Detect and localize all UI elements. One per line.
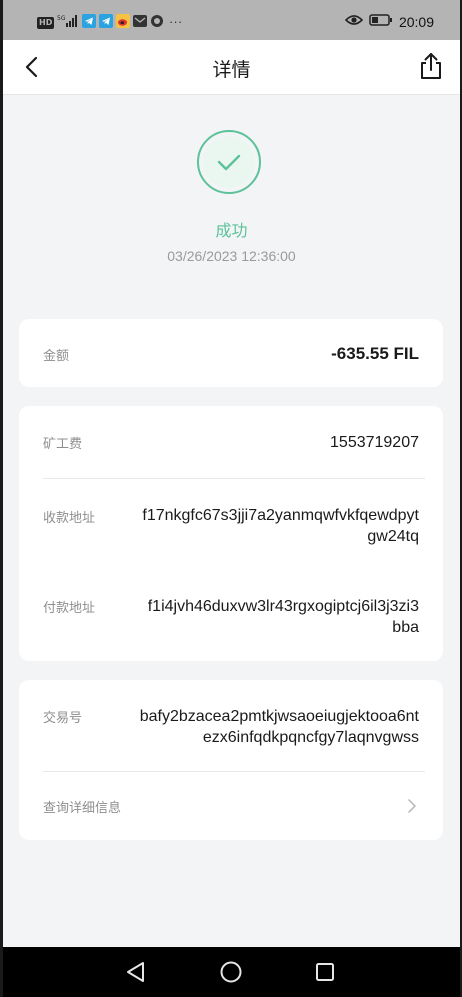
amount-row: 金额 -635.55 FIL: [43, 319, 419, 387]
status-label: 成功: [215, 221, 248, 240]
check-circle-icon: [197, 130, 261, 194]
mail-icon: [133, 13, 148, 32]
more-notifications-icon: ···: [169, 16, 183, 29]
page-title: 详情: [212, 59, 251, 81]
status-timestamp: 03/26/2023 12:36:00: [167, 248, 296, 264]
hd-badge: HD: [37, 16, 55, 29]
back-triangle-icon: [127, 962, 144, 982]
recipient-row: 收款地址 f17nkgfc67s3jji7a2yanmqwfvkfqewdpyt…: [43, 478, 419, 568]
system-nav-bar: [3, 947, 460, 997]
recipient-address: f17nkgfc67s3jji7a2yanmqwfvkfqewdpytgw24t…: [142, 507, 419, 545]
telegram-icon: [99, 13, 114, 32]
weibo-icon: [116, 13, 131, 32]
status-bar: HD 5G ··· 20:09: [3, 0, 460, 40]
eye-icon: [344, 12, 364, 31]
recents-square-icon: [316, 963, 334, 981]
status-bar-left: HD 5G ···: [37, 13, 183, 32]
sender-address: f1i4jvh46duxvw3lr43rgxogiptcj6il3j3zi3bb…: [147, 598, 419, 636]
clock-time: 20:09: [398, 13, 434, 30]
net-badge: 5G: [57, 15, 66, 22]
system-back-button[interactable]: [124, 960, 148, 984]
telegram-icon: [82, 13, 97, 32]
system-home-button[interactable]: [219, 960, 243, 984]
share-icon: [421, 53, 441, 79]
status-bar-right: 20:09: [344, 12, 434, 31]
amount-card: 金额 -635.55 FIL: [19, 319, 443, 387]
amount-value: -635.55 FIL: [331, 344, 419, 363]
view-details-link[interactable]: 查询详细信息: [43, 772, 419, 838]
system-recents-button[interactable]: [313, 960, 337, 984]
tx-hash-row: 交易号 bafy2bzacea2pmtkjwsaoeiugjektooa6nte…: [43, 680, 419, 771]
share-button[interactable]: [418, 52, 444, 80]
fee-value: 1553719207: [330, 434, 419, 451]
fee-label: 矿工费: [43, 437, 83, 452]
chevron-right-icon: [408, 799, 416, 813]
battery-icon: [369, 12, 393, 31]
recipient-label: 收款地址: [43, 511, 96, 526]
app-screen: HD 5G ··· 20:09 详情 成功 03/26/2023 12:36:0…: [3, 0, 460, 997]
view-details-label: 查询详细信息: [43, 801, 122, 816]
home-circle-icon: [220, 961, 242, 983]
sender-label: 付款地址: [43, 601, 96, 616]
signal-icon: 5G: [57, 13, 79, 32]
fee-row: 矿工费 1553719207: [43, 406, 419, 478]
amount-label: 金额: [43, 349, 70, 364]
sender-row: 付款地址 f1i4jvh46duxvw3lr43rgxogiptcj6il3j3…: [43, 568, 419, 661]
tx-hash-label: 交易号: [43, 711, 83, 726]
detail-card: 矿工费 1553719207 收款地址 f17nkgfc67s3jji7a2ya…: [19, 406, 443, 661]
transaction-card: 交易号 bafy2bzacea2pmtkjwsaoeiugjektooa6nte…: [19, 680, 443, 840]
transaction-status: 成功 03/26/2023 12:36:00: [3, 95, 460, 319]
tx-hash-value: bafy2bzacea2pmtkjwsaoeiugjektooa6ntezx6i…: [139, 708, 419, 746]
app-icon: [150, 13, 164, 32]
nav-bar: 详情: [3, 40, 460, 95]
